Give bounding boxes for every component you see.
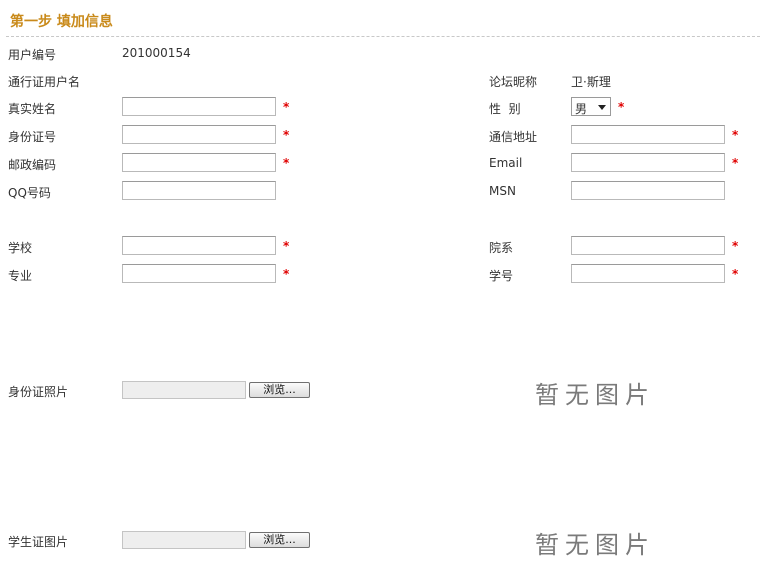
msn-input[interactable] (571, 181, 725, 200)
address-required-mark: * (732, 128, 739, 142)
student-card-browse-button[interactable]: 浏览... (249, 532, 310, 548)
id-photo-label: 身份证照片 (8, 385, 69, 399)
id-photo-placeholder: 暂无图片 (535, 381, 655, 409)
real-name-required-mark: * (283, 100, 290, 114)
id-number-required-mark: * (283, 128, 290, 142)
gender-selected-value: 男 (575, 102, 588, 116)
qq-input[interactable] (122, 181, 276, 200)
msn-label: MSN (489, 184, 516, 198)
id-photo-file-path[interactable] (122, 381, 246, 399)
school-required-mark: * (283, 239, 290, 253)
school-label: 学校 (8, 241, 33, 255)
user-id-value: 201000154 (122, 46, 191, 60)
id-number-input[interactable] (122, 125, 276, 144)
address-input[interactable] (571, 125, 725, 144)
department-label: 院系 (489, 241, 514, 255)
department-input[interactable] (571, 236, 725, 255)
postal-code-required-mark: * (283, 156, 290, 170)
id-number-label: 身份证号 (8, 130, 57, 144)
school-input[interactable] (122, 236, 276, 255)
department-required-mark: * (732, 239, 739, 253)
address-label: 通信地址 (489, 130, 538, 144)
student-card-photo-placeholder: 暂无图片 (535, 531, 655, 559)
email-label: Email (489, 156, 523, 170)
gender-label: 性 别 (489, 102, 521, 116)
user-id-label: 用户编号 (8, 48, 57, 62)
gender-required-mark: * (618, 100, 625, 114)
major-label: 专业 (8, 269, 33, 283)
title-divider (6, 36, 760, 37)
postal-code-input[interactable] (122, 153, 276, 172)
step-title: 第一步 填加信息 (10, 14, 113, 30)
id-photo-browse-button[interactable]: 浏览... (249, 382, 310, 398)
chevron-down-icon (598, 105, 606, 110)
major-input[interactable] (122, 264, 276, 283)
gender-select[interactable]: 男 (571, 97, 611, 116)
student-card-file-path[interactable] (122, 531, 246, 549)
student-no-required-mark: * (732, 267, 739, 281)
student-card-photo-label: 学生证图片 (8, 535, 69, 549)
email-required-mark: * (732, 156, 739, 170)
student-no-input[interactable] (571, 264, 725, 283)
forum-nickname-value: 卫·斯理 (571, 75, 611, 89)
email-field[interactable] (571, 153, 725, 172)
forum-nickname-label: 论坛昵称 (489, 75, 538, 89)
qq-label: QQ号码 (8, 186, 51, 200)
real-name-input[interactable] (122, 97, 276, 116)
passport-user-label: 通行证用户名 (8, 75, 81, 89)
real-name-label: 真实姓名 (8, 102, 57, 116)
postal-code-label: 邮政编码 (8, 158, 57, 172)
student-no-label: 学号 (489, 269, 514, 283)
major-required-mark: * (283, 267, 290, 281)
